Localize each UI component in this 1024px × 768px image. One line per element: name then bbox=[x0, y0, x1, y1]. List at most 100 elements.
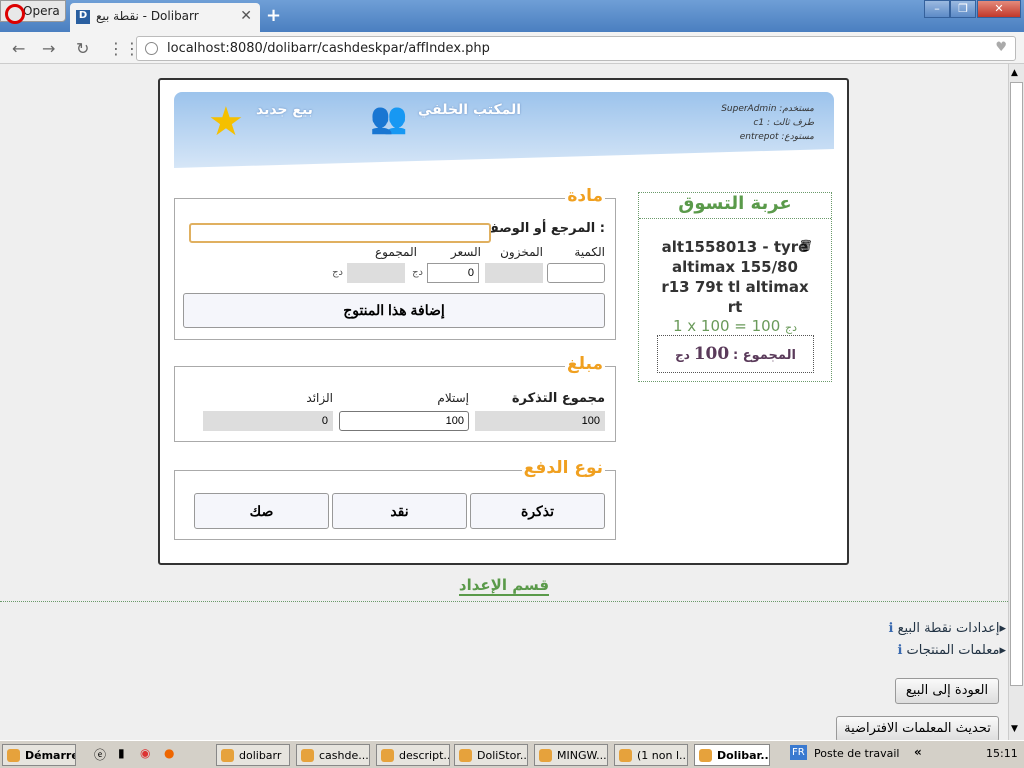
qty-label: الكمية bbox=[574, 245, 605, 259]
start-button[interactable]: Démarrer bbox=[2, 744, 76, 766]
received-label: إستلام bbox=[437, 391, 469, 405]
amount-fieldset: مبلغ مجموع التذكرة إستلام الزائد bbox=[174, 354, 616, 442]
vertical-scrollbar[interactable]: ▲ ▼ bbox=[1008, 64, 1024, 740]
taskbar-item[interactable]: DoliStor... bbox=[454, 744, 528, 766]
setup-divider bbox=[0, 601, 1008, 602]
cart-title: عربة التسوق bbox=[639, 193, 831, 219]
price-label: السعر bbox=[450, 245, 481, 259]
info-icon: ℹ bbox=[897, 643, 903, 658]
scrollbar-thumb[interactable] bbox=[1010, 82, 1023, 686]
cart-line-currency: دج bbox=[785, 321, 798, 334]
cart-total-label: المجموع : bbox=[733, 348, 796, 363]
ticket-total-label: مجموع التذكرة bbox=[511, 391, 605, 406]
user-value: SuperAdmin bbox=[721, 104, 777, 114]
language-indicator[interactable]: FR bbox=[790, 745, 807, 760]
back-icon[interactable]: ← bbox=[12, 39, 25, 58]
add-product-button[interactable]: إضافة هذا المنتوج bbox=[183, 293, 605, 328]
change-label: الزائد bbox=[306, 391, 333, 405]
back-to-sale-button[interactable]: العودة إلى البيع bbox=[895, 678, 999, 704]
url-text: localhost:8080/dolibarr/cashdeskpar/affI… bbox=[167, 41, 490, 56]
taskbar-item-active[interactable]: Dolibar... bbox=[694, 744, 770, 766]
cart-line-value: 1 x 100 = 100 bbox=[672, 317, 781, 335]
shopping-cart: عربة التسوق 🗑 alt1558013 - tyre altimax … bbox=[638, 192, 832, 382]
total-label: المجموع bbox=[375, 245, 417, 259]
quicklaunch-icon[interactable]: ▮ bbox=[118, 746, 125, 760]
minimize-button[interactable]: – bbox=[924, 0, 950, 18]
info-icon: ℹ bbox=[888, 621, 894, 636]
scroll-up-icon[interactable]: ▲ bbox=[1011, 68, 1018, 78]
star-icon[interactable]: ★ bbox=[208, 102, 244, 142]
scroll-down-icon[interactable]: ▼ bbox=[1011, 724, 1018, 734]
chrome-icon[interactable]: ◉ bbox=[140, 746, 150, 760]
close-window-button[interactable]: ✕ bbox=[977, 0, 1021, 18]
cart-total-value: 100 bbox=[693, 344, 730, 364]
received-input[interactable] bbox=[339, 411, 469, 431]
pay-cheque-button[interactable]: صك bbox=[194, 493, 329, 529]
pos-panel: ★ بيع جديد 👥 المكتب الخلفي مستخدم: Super… bbox=[158, 78, 849, 565]
address-bar[interactable]: localhost:8080/dolibarr/cashdeskpar/affI… bbox=[136, 36, 1016, 61]
browser-titlebar: Opera D نقطة بيع - Dolibarr ✕ + – ❐ ✕ bbox=[0, 0, 1024, 32]
warehouse-value: entrepot bbox=[739, 132, 779, 142]
firefox-icon[interactable]: ● bbox=[164, 746, 174, 760]
taskbar-item[interactable]: descript... bbox=[376, 744, 450, 766]
desktop-toolbar[interactable]: Poste de travail bbox=[814, 747, 899, 760]
user-label: مستخدم: bbox=[779, 104, 814, 114]
product-settings-label: معلمات المنتجات bbox=[906, 643, 1000, 658]
delete-item-icon[interactable]: 🗑 bbox=[799, 239, 813, 252]
cart-total-currency: دج bbox=[675, 348, 690, 362]
clock: 15:11 bbox=[986, 747, 1018, 760]
change-field bbox=[203, 411, 333, 431]
dolibarr-favicon-icon: D bbox=[76, 10, 90, 24]
article-legend: مادة bbox=[565, 186, 605, 206]
ticket-total-field bbox=[475, 411, 605, 431]
qty-input[interactable] bbox=[547, 263, 605, 283]
pos-settings-label: إعدادات نقطة البيع bbox=[897, 621, 1000, 636]
warehouse-label: مستودع: bbox=[781, 132, 814, 142]
price-currency: دج bbox=[412, 267, 423, 278]
pay-cash-button[interactable]: نقد bbox=[332, 493, 467, 529]
expand-tray-icon[interactable]: « bbox=[914, 745, 922, 759]
pay-ticket-button[interactable]: تذكرة bbox=[470, 493, 605, 529]
taskbar-item[interactable]: cashde... bbox=[296, 744, 370, 766]
pos-settings-link[interactable]: ▸إعدادات نقطة البيع ℹ bbox=[889, 621, 1007, 636]
price-input[interactable] bbox=[427, 263, 479, 283]
stock-label: المخزون bbox=[500, 245, 543, 259]
taskbar-item[interactable]: MINGW... bbox=[534, 744, 608, 766]
browser-tab[interactable]: D نقطة بيع - Dolibarr ✕ bbox=[70, 3, 260, 32]
pos-header: ★ بيع جديد 👥 المكتب الخلفي مستخدم: Super… bbox=[174, 92, 834, 168]
setup-section-title: قسم الإعداد bbox=[458, 576, 550, 596]
users-icon[interactable]: 👥 bbox=[370, 104, 407, 134]
cart-item-line: 1 x 100 = 100 دج bbox=[639, 317, 831, 335]
reload-icon[interactable]: ↻ bbox=[76, 39, 89, 58]
ref-label: المرجع أو الوصف : bbox=[483, 221, 605, 236]
navigation-bar: ← → ↻ ⋮⋮ localhost:8080/dolibarr/cashdes… bbox=[0, 32, 1024, 64]
tab-title: نقطة بيع - Dolibarr bbox=[96, 9, 199, 23]
new-sale-link[interactable]: بيع جديد bbox=[256, 102, 313, 118]
ie-icon[interactable]: ⓔ bbox=[94, 746, 106, 763]
refresh-defaults-button[interactable]: تحديث المعلمات الافتراضية bbox=[836, 716, 999, 742]
session-info: مستخدم: SuperAdmin طرف ثالث : c1 مستودع:… bbox=[721, 102, 814, 144]
thirdparty-label: طرف ثالث : bbox=[766, 118, 814, 128]
payment-legend: نوع الدفع bbox=[521, 458, 605, 478]
total-field bbox=[347, 263, 405, 283]
bookmark-heart-icon[interactable]: ♥ bbox=[995, 40, 1007, 55]
taskbar: Démarrer ⓔ ▮ ◉ ● dolibarr cashde... desc… bbox=[0, 740, 1024, 768]
ref-input[interactable] bbox=[189, 223, 491, 243]
cart-item-label: alt1558013 - tyre altimax 155/80 r13 79t… bbox=[661, 238, 809, 316]
taskbar-item[interactable]: dolibarr bbox=[216, 744, 290, 766]
taskbar-item[interactable]: (1 non l... bbox=[614, 744, 688, 766]
setup-section-title-wrap: قسم الإعداد bbox=[0, 576, 1008, 596]
amount-legend: مبلغ bbox=[564, 354, 605, 374]
payment-fieldset: نوع الدفع تذكرة نقد صك bbox=[174, 458, 616, 540]
back-office-link[interactable]: المكتب الخلفي bbox=[418, 102, 521, 118]
product-settings-link[interactable]: ▸معلمات المنتجات ℹ bbox=[897, 643, 1006, 658]
thirdparty-value: c1 bbox=[753, 118, 765, 128]
forward-icon[interactable]: → bbox=[42, 39, 55, 58]
site-info-icon[interactable] bbox=[145, 42, 158, 55]
total-currency: دج bbox=[332, 267, 343, 278]
new-tab-button[interactable]: + bbox=[266, 5, 281, 26]
stock-field bbox=[485, 263, 543, 283]
close-tab-icon[interactable]: ✕ bbox=[240, 8, 252, 24]
opera-menu-button[interactable]: Opera bbox=[0, 0, 66, 24]
maximize-button[interactable]: ❐ bbox=[950, 0, 976, 18]
